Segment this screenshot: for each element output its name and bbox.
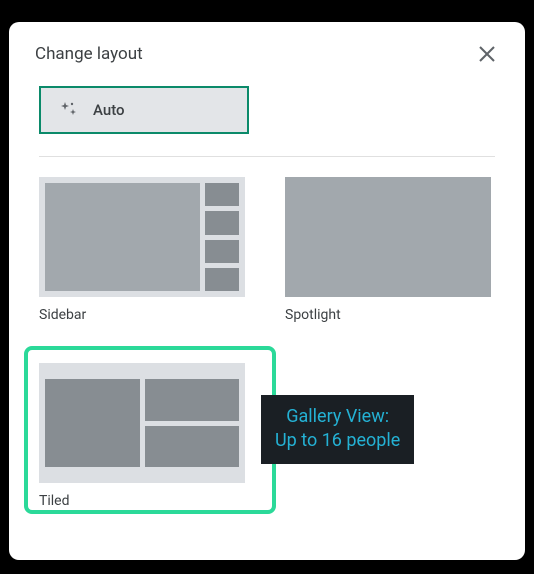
sidebar-thumbnail: [39, 177, 245, 297]
panel-header: Change layout: [35, 42, 499, 66]
layout-option-tiled[interactable]: Tiled: [39, 363, 245, 509]
tooltip-line1: Gallery View:: [275, 405, 400, 429]
sidebar-label: Sidebar: [39, 307, 245, 323]
close-icon: [478, 45, 496, 63]
tiled-label: Tiled: [39, 493, 245, 509]
layout-option-spotlight[interactable]: Spotlight: [285, 177, 491, 323]
tooltip: Gallery View: Up to 16 people: [261, 395, 414, 464]
auto-layout-button[interactable]: Auto: [39, 86, 249, 134]
divider: [39, 156, 495, 157]
spotlight-label: Spotlight: [285, 307, 491, 323]
spotlight-thumbnail: [285, 177, 491, 297]
auto-label: Auto: [93, 101, 125, 119]
auto-row: Auto: [35, 86, 499, 134]
panel-title: Change layout: [35, 44, 143, 64]
layout-option-sidebar[interactable]: Sidebar: [39, 177, 245, 323]
tiled-thumbnail: [39, 363, 245, 483]
close-button[interactable]: [475, 42, 499, 66]
change-layout-panel: Change layout Auto: [9, 22, 525, 560]
tooltip-line2: Up to 16 people: [275, 429, 400, 453]
sparkle-icon: [59, 100, 79, 120]
